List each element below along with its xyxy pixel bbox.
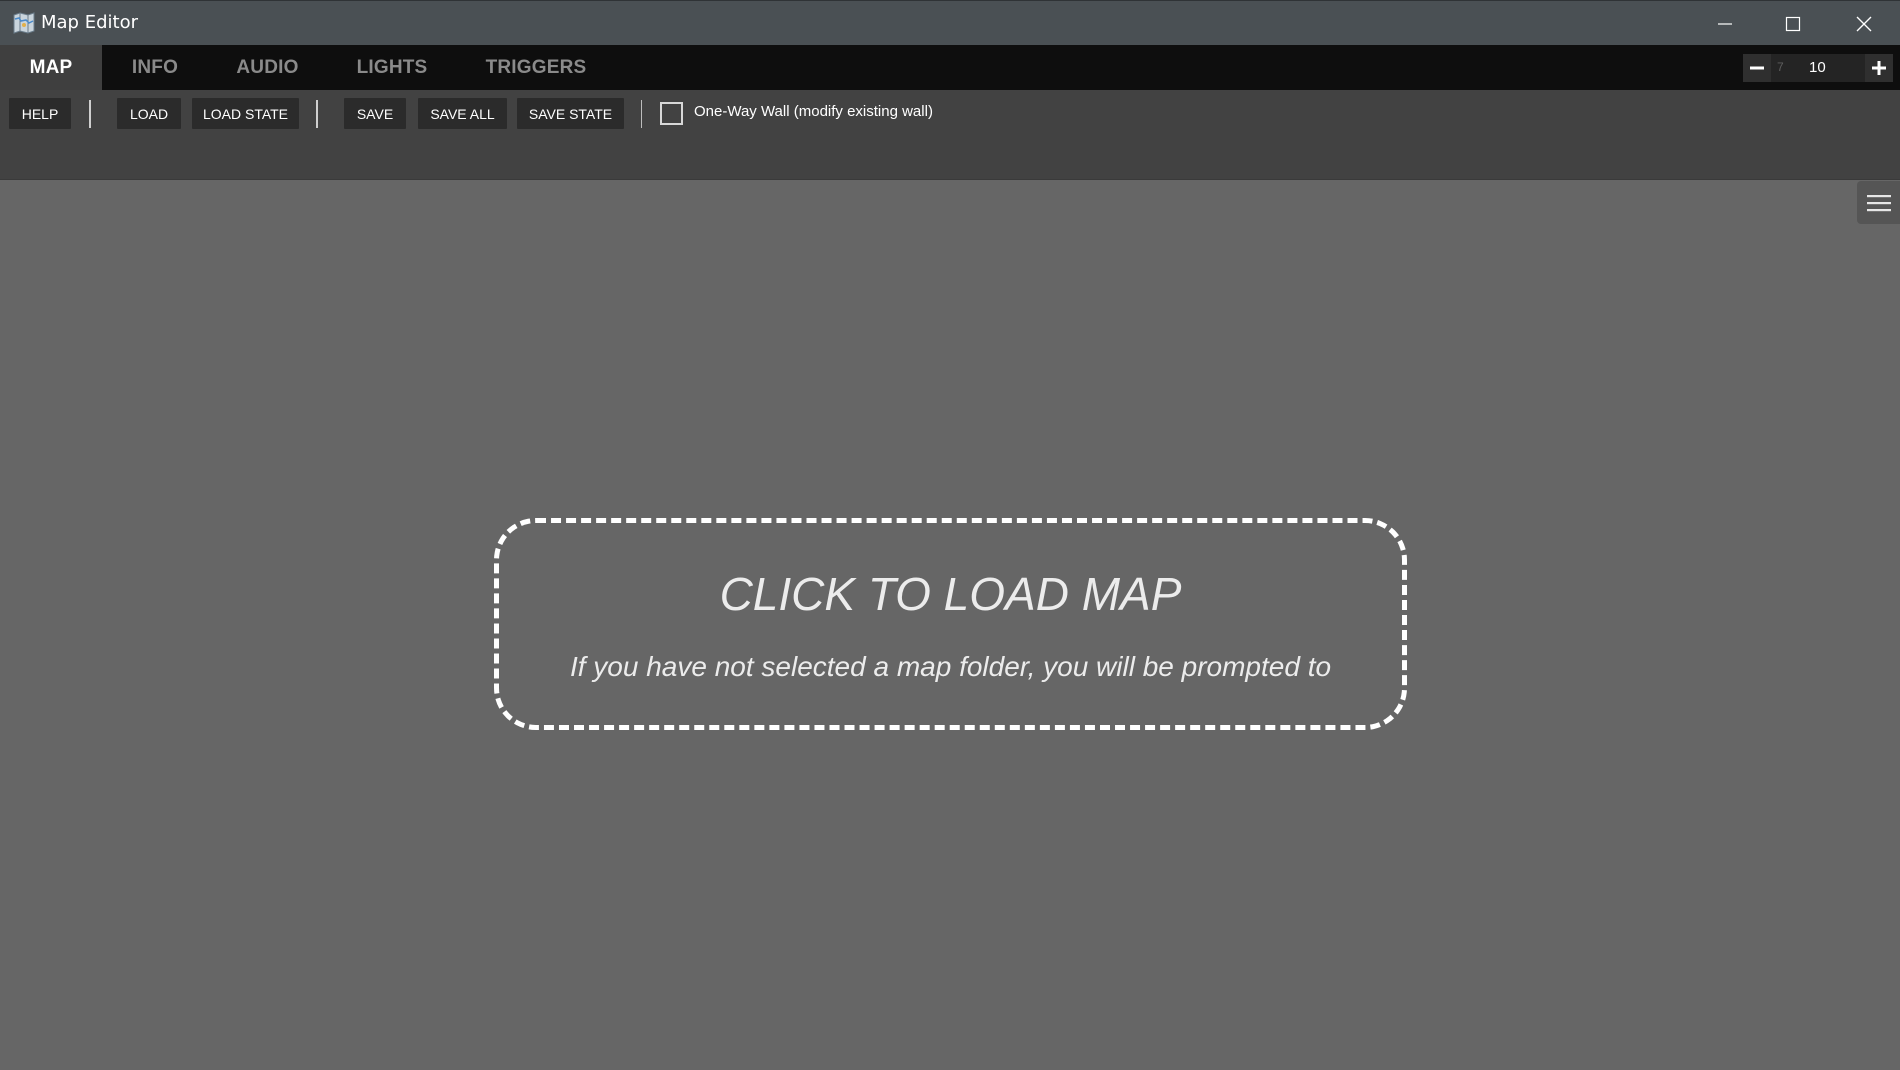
tab-map[interactable]: MAP bbox=[0, 45, 102, 90]
zoom-secondary-value: 7 bbox=[1777, 60, 1784, 74]
minimize-icon bbox=[1718, 22, 1732, 25]
zoom-value[interactable]: 10 bbox=[1809, 59, 1826, 76]
maximize-icon bbox=[1785, 16, 1801, 31]
zoom-in-button[interactable] bbox=[1865, 54, 1893, 82]
save-state-button[interactable]: SAVE STATE bbox=[517, 98, 624, 129]
load-button[interactable]: LOAD bbox=[117, 98, 181, 129]
title-bar: Map Editor bbox=[0, 0, 1900, 45]
minus-icon bbox=[1750, 66, 1764, 70]
window-title: Map Editor bbox=[41, 12, 138, 33]
dropzone-subtitle: If you have not selected a map folder, y… bbox=[569, 651, 1332, 682]
tab-bar: MAP INFO AUDIO LIGHTS TRIGGERS bbox=[0, 45, 1900, 90]
close-icon bbox=[1856, 16, 1872, 31]
toolbar-divider bbox=[316, 100, 318, 128]
hamburger-menu-icon bbox=[1866, 194, 1891, 211]
save-button[interactable]: SAVE bbox=[344, 98, 406, 129]
tab-lights[interactable]: LIGHTS bbox=[348, 45, 436, 90]
tab-triggers[interactable]: TRIGGERS bbox=[476, 45, 596, 90]
help-button[interactable]: HELP bbox=[9, 98, 71, 129]
tab-info[interactable]: INFO bbox=[120, 45, 190, 90]
load-map-dropzone[interactable]: CLICK TO LOAD MAP If you have not select… bbox=[494, 518, 1407, 730]
toolbar: HELP LOAD LOAD STATE SAVE SAVE ALL SAVE … bbox=[0, 90, 1900, 180]
minimize-button[interactable] bbox=[1691, 1, 1759, 46]
tab-audio[interactable]: AUDIO bbox=[225, 45, 310, 90]
load-state-button[interactable]: LOAD STATE bbox=[192, 98, 299, 129]
map-editor-window: Map Editor MAP INFO AUDIO LIGHTS TRIGGER… bbox=[0, 0, 1900, 1070]
save-all-button[interactable]: SAVE ALL bbox=[418, 98, 507, 129]
zoom-out-button[interactable] bbox=[1743, 54, 1771, 82]
toolbar-divider bbox=[641, 100, 642, 128]
maximize-button[interactable] bbox=[1759, 1, 1827, 46]
toolbar-divider bbox=[89, 100, 91, 128]
zoom-stepper: 7 10 bbox=[1743, 54, 1893, 82]
map-icon bbox=[13, 12, 35, 34]
one-way-wall-checkbox[interactable] bbox=[660, 102, 683, 125]
one-way-wall-label[interactable]: One-Way Wall (modify existing wall) bbox=[694, 103, 933, 120]
close-button[interactable] bbox=[1830, 1, 1898, 46]
side-menu-button[interactable] bbox=[1857, 181, 1900, 224]
plus-icon bbox=[1872, 61, 1886, 75]
dropzone-title: CLICK TO LOAD MAP bbox=[719, 568, 1182, 620]
